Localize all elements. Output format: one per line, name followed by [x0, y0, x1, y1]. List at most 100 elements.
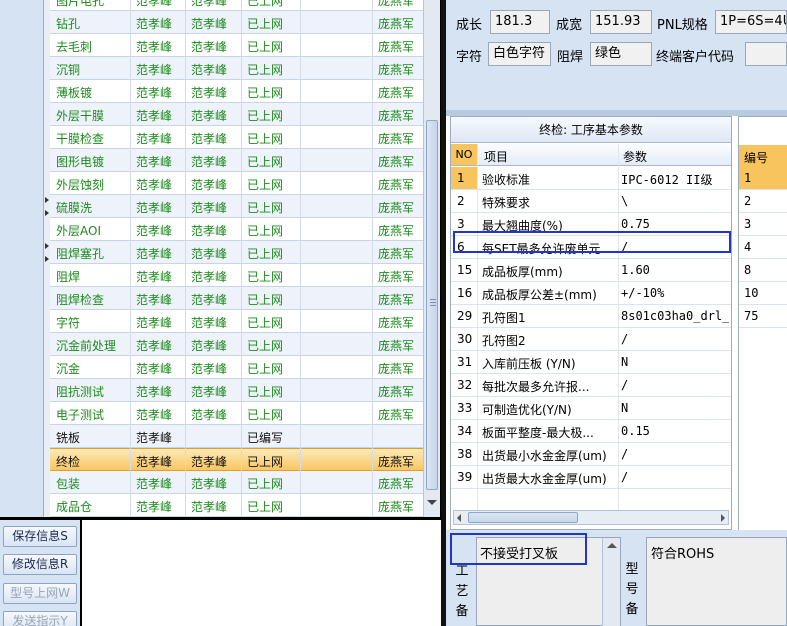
process-row[interactable]: 成品仓 范孝峰 范孝峰 已上网 庞燕军 [50, 494, 423, 517]
action-button-panel: 保存信息S 修改信息R 型号上网W 发送指示Y [0, 520, 82, 626]
number-row[interactable]: 8 [739, 259, 787, 282]
model-remark-label: 型号备 [625, 562, 639, 617]
scrollbar-thumb[interactable] [426, 120, 438, 490]
param-value-cell: N [621, 355, 629, 369]
col-header-item[interactable]: 项目 [484, 148, 508, 165]
process-row[interactable]: 沉金 范孝峰 范孝峰 已上网 庞燕军 [50, 356, 423, 379]
params-title: 终检: 工序基本参数 [451, 117, 731, 143]
process-row[interactable]: 包装 范孝峰 范孝峰 已上网 庞燕军 [50, 471, 423, 494]
pnl-spec-field[interactable]: 1P=6S=4U [715, 10, 787, 34]
process-name-cell: 铣板 [56, 431, 81, 445]
process-remark-scrollbar[interactable] [602, 538, 620, 626]
params-horizontal-scrollbar[interactable] [453, 510, 729, 525]
process-row[interactable]: 沉金前处理 范孝峰 范孝峰 已上网 庞燕军 [50, 333, 423, 356]
process-row[interactable]: 图片电孔 范孝峰 范孝峰 已上网 庞燕军 [50, 0, 423, 11]
process-row[interactable]: 铣板 范孝峰 已编写 [50, 425, 423, 448]
param-no-cell: 39 [457, 470, 473, 484]
model-online-button[interactable]: 型号上网W [3, 583, 77, 604]
scroll-left-icon[interactable] [457, 514, 461, 522]
process-row[interactable]: 外层蚀刻 范孝峰 范孝峰 已上网 庞燕军 [50, 172, 423, 195]
number-row[interactable]: 2 [739, 190, 787, 213]
checker-cell: 范孝峰 [191, 155, 228, 169]
growth-field[interactable]: 181.3 [490, 10, 550, 34]
scroll-right-icon[interactable] [721, 514, 725, 522]
scrollbar-thumb[interactable] [468, 512, 578, 523]
width-field[interactable]: 151.93 [590, 10, 652, 34]
owner-cell: 庞燕军 [378, 408, 415, 422]
param-row[interactable]: 34 板面平整度-最大极... 0.15 [451, 420, 731, 443]
number-row[interactable]: 10 [739, 282, 787, 305]
process-name-cell: 钻孔 [56, 17, 81, 31]
param-row[interactable]: 29 孔符图1 8s01c03ha0_drl_ [451, 305, 731, 328]
param-row[interactable]: 31 入库前压板 (Y/N) N [451, 351, 731, 374]
process-row[interactable]: 图形电镀 范孝峰 范孝峰 已上网 庞燕军 [50, 149, 423, 172]
process-row[interactable]: 阻焊检查 范孝峰 范孝峰 已上网 庞燕军 [50, 287, 423, 310]
process-row[interactable]: 外层干膜 范孝峰 范孝峰 已上网 庞燕军 [50, 103, 423, 126]
number-cell: 4 [744, 240, 752, 254]
modify-info-button[interactable]: 修改信息R [3, 554, 77, 575]
process-name-cell: 阻抗测试 [56, 385, 105, 399]
operator-cell: 范孝峰 [136, 201, 173, 215]
collapse-arrow-icon[interactable] [45, 256, 49, 262]
operator-cell: 范孝峰 [136, 40, 173, 54]
end-customer-field[interactable] [745, 42, 787, 66]
char-color-field[interactable]: 白色字符 [488, 42, 551, 66]
scroll-up-icon[interactable] [607, 543, 617, 548]
checker-cell: 范孝峰 [191, 385, 228, 399]
param-row[interactable]: 32 每批次最多允许报... / [451, 374, 731, 397]
number-row[interactable]: 75 [739, 305, 787, 328]
process-row[interactable]: 硫膜洗 范孝峰 范孝峰 已上网 庞燕军 [50, 195, 423, 218]
process-name-cell: 外层干膜 [56, 109, 105, 123]
param-row[interactable]: 1 验收标准 IPC-6012 II级 [451, 167, 731, 190]
operator-cell: 范孝峰 [136, 362, 173, 376]
param-item-cell: 可制造优化(Y/N) [482, 403, 572, 417]
param-item-cell: 孔符图2 [482, 334, 526, 348]
param-row[interactable]: 15 成品板厚(mm) 1.60 [451, 259, 731, 282]
operator-cell: 范孝峰 [136, 178, 173, 192]
owner-cell: 庞燕军 [378, 17, 415, 31]
process-row[interactable]: 字符 范孝峰 范孝峰 已上网 庞燕军 [50, 310, 423, 333]
param-row[interactable]: 38 出货最小水金金厚(um) / [451, 443, 731, 466]
process-row[interactable]: 阻抗测试 范孝峰 范孝峰 已上网 庞燕军 [50, 379, 423, 402]
operator-cell: 范孝峰 [136, 224, 173, 238]
process-name-cell: 去毛刺 [56, 40, 93, 54]
collapse-arrow-icon[interactable] [45, 210, 49, 216]
process-row[interactable]: 钻孔 范孝峰 范孝峰 已上网 庞燕军 [50, 11, 423, 34]
process-row[interactable]: 薄板镀 范孝峰 范孝峰 已上网 庞燕军 [50, 80, 423, 103]
process-row[interactable]: 电子测试 范孝峰 范孝峰 已上网 庞燕军 [50, 402, 423, 425]
collapse-arrow-icon[interactable] [45, 197, 49, 203]
number-row[interactable]: 3 [739, 213, 787, 236]
process-row[interactable]: 终检 范孝峰 范孝峰 已上网 庞燕军 [50, 448, 423, 471]
send-instruction-button[interactable]: 发送指示Y [3, 611, 77, 626]
owner-cell: 庞燕军 [378, 224, 415, 238]
number-row[interactable]: 4 [739, 236, 787, 259]
model-remark-textarea[interactable]: 符合ROHS [646, 537, 787, 626]
process-row[interactable]: 干膜检查 范孝峰 范孝峰 已上网 庞燕军 [50, 126, 423, 149]
process-row[interactable]: 沉铜 范孝峰 范孝峰 已上网 庞燕军 [50, 57, 423, 80]
param-row[interactable]: 16 成品板厚公差±(mm) +/-10% [451, 282, 731, 305]
solder-mask-field[interactable]: 绿色 [590, 42, 652, 66]
col-header-value[interactable]: 参数 [623, 148, 647, 165]
process-row[interactable]: 去毛刺 范孝峰 范孝峰 已上网 庞燕军 [50, 34, 423, 57]
process-name-cell: 电子测试 [56, 408, 105, 422]
number-header[interactable]: 编号 [739, 145, 787, 167]
process-row[interactable]: 外层AOI 范孝峰 范孝峰 已上网 庞燕军 [50, 218, 423, 241]
process-list-scrollbar[interactable] [423, 0, 440, 517]
param-row[interactable]: 30 孔符图2 / [451, 328, 731, 351]
param-row[interactable]: 2 特殊要求 \ [451, 190, 731, 213]
param-value-cell: / [621, 378, 629, 392]
collapse-arrow-icon[interactable] [45, 243, 49, 249]
process-row[interactable]: 阻焊塞孔 范孝峰 范孝峰 已上网 庞燕军 [50, 241, 423, 264]
process-name-cell: 阻焊 [56, 270, 81, 284]
status-cell: 已上网 [247, 201, 284, 215]
save-info-button[interactable]: 保存信息S [3, 526, 77, 547]
param-row[interactable]: 33 可制造优化(Y/N) N [451, 397, 731, 420]
scroll-down-icon[interactable] [427, 500, 437, 505]
process-name-cell: 硫膜洗 [56, 201, 93, 215]
number-row[interactable]: 1 [739, 167, 787, 190]
col-header-no[interactable]: NO [451, 144, 477, 165]
param-row[interactable]: 39 出货最大水金金厚(um) / [451, 466, 731, 489]
highlight-box [453, 231, 731, 253]
col-header-number: 编号 [744, 151, 769, 165]
process-row[interactable]: 阻焊 范孝峰 范孝峰 已上网 庞燕军 [50, 264, 423, 287]
